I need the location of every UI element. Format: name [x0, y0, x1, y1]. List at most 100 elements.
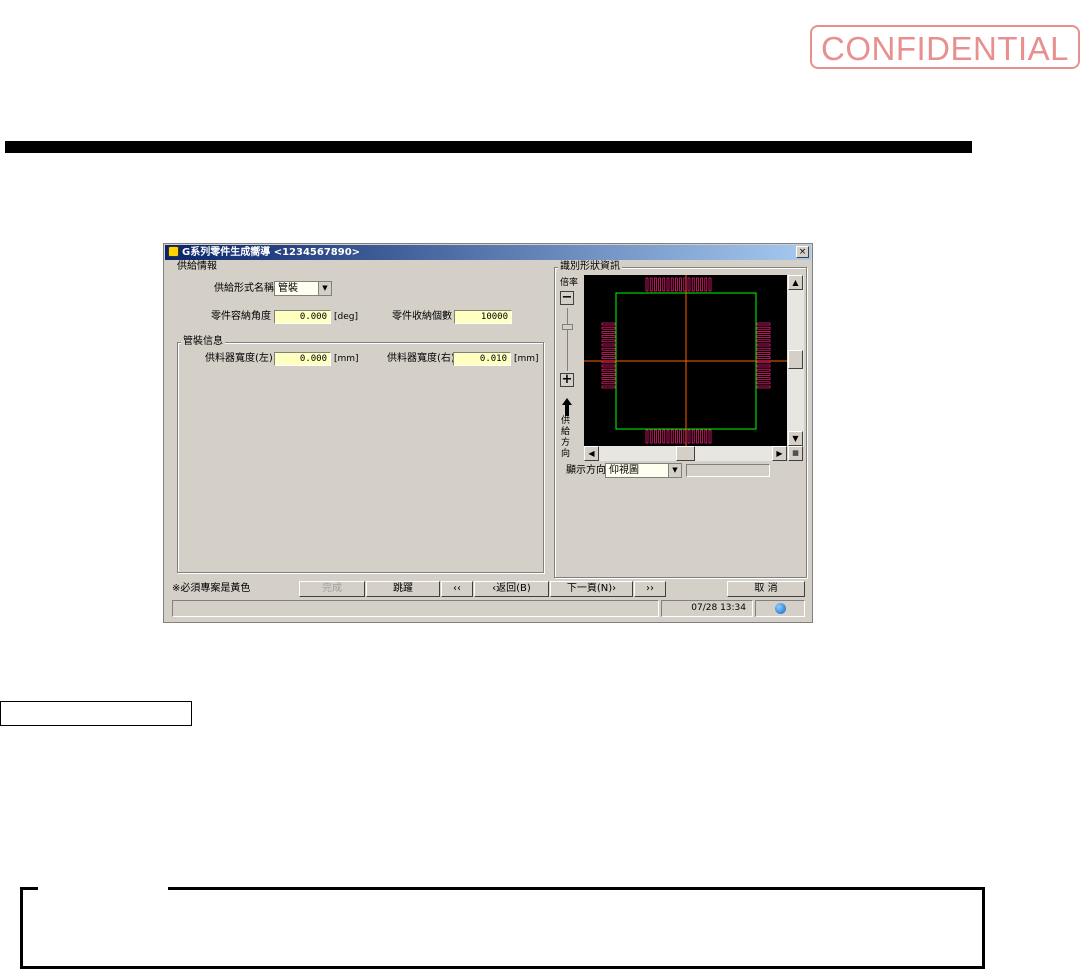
status-time: 07/28 13:34	[661, 600, 753, 617]
app-icon	[168, 246, 179, 257]
lead-top	[679, 277, 682, 292]
lead-bottom	[708, 429, 712, 444]
lead-right	[756, 373, 771, 376]
tube-group-title: 管裝信息	[181, 336, 225, 348]
scroll-right-button[interactable]: ▶	[772, 446, 787, 461]
lead-right	[756, 385, 771, 389]
lead-top	[691, 277, 695, 292]
lead-bottom	[700, 429, 703, 444]
lead-right	[756, 343, 771, 347]
lead-right	[756, 356, 771, 359]
scroll-corner-icon[interactable]: ▦	[788, 446, 803, 461]
skip-button[interactable]: 跳躍	[366, 581, 440, 597]
lead-top	[645, 277, 649, 292]
required-note: ※必須專案是黃色	[172, 583, 251, 594]
next-button[interactable]: 下一頁(N)›	[550, 581, 633, 597]
lead-right	[756, 377, 771, 380]
lead-bottom	[687, 429, 691, 444]
scroll-left-button[interactable]: ◀	[584, 446, 599, 461]
chevron-down-icon[interactable]: ▼	[318, 282, 331, 295]
lead-right	[756, 326, 771, 330]
lead-bottom	[645, 429, 649, 444]
component-preview	[584, 275, 787, 446]
shape-preview-canvas[interactable]	[584, 275, 787, 446]
status-globe[interactable]	[755, 600, 805, 617]
lead-left	[601, 331, 616, 334]
window-title: G系列零件生成嚮導 <1234567890>	[182, 247, 361, 258]
view-direction-value: 仰視圖	[609, 465, 639, 476]
part-angle-input[interactable]: 0.000	[274, 310, 331, 324]
lead-bottom	[670, 429, 674, 444]
status-message	[172, 600, 659, 617]
arrow-up-icon	[562, 398, 572, 416]
last-page-button[interactable]: ››	[634, 581, 666, 597]
lead-left	[601, 385, 616, 389]
lead-left	[601, 343, 616, 347]
lead-top	[700, 277, 703, 292]
title-bar: G系列零件生成嚮導 <1234567890> ×	[165, 245, 811, 260]
scroll-down-button[interactable]: ▼	[788, 431, 803, 446]
lead-top	[708, 277, 712, 292]
lead-bottom	[658, 429, 661, 444]
lead-left	[601, 352, 616, 355]
back-button[interactable]: ‹返回(B)	[474, 581, 549, 597]
horizontal-scrollbar[interactable]: ◀ ▶	[584, 446, 787, 461]
lead-bottom	[654, 429, 657, 444]
lead-right	[756, 331, 771, 334]
lead-bottom	[704, 429, 708, 444]
supply-group-title: 供給情報	[175, 261, 219, 273]
zoom-out-button[interactable]: −	[560, 291, 574, 305]
lead-bottom	[696, 429, 699, 444]
part-count-label: 零件收納個數	[392, 311, 452, 322]
lead-right	[756, 335, 771, 338]
lead-left	[601, 322, 616, 326]
supply-form-label: 供給形式名稱	[214, 283, 274, 294]
header-rule	[5, 141, 972, 153]
scroll-up-button[interactable]: ▲	[788, 275, 803, 290]
lead-top	[683, 277, 687, 292]
lead-left	[601, 360, 616, 364]
lead-right	[756, 347, 771, 351]
lead-left	[601, 368, 616, 372]
lead-top	[666, 277, 670, 292]
lead-right	[756, 360, 771, 364]
feeder-width-right-input[interactable]: 0.010	[453, 352, 511, 366]
lead-bottom	[691, 429, 695, 444]
lead-top	[654, 277, 657, 292]
zoom-in-button[interactable]: +	[560, 373, 574, 387]
lead-left	[601, 364, 616, 368]
view-direction-select[interactable]: 仰視圖 ▼	[605, 463, 682, 478]
close-button[interactable]: ×	[796, 246, 809, 258]
complete-button[interactable]: 完成	[299, 581, 365, 597]
cancel-button[interactable]: 取 消	[727, 581, 805, 597]
vertical-scrollbar[interactable]: ▲ ▼	[787, 275, 804, 446]
lead-left	[601, 335, 616, 338]
globe-icon	[774, 603, 786, 614]
feeder-width-right-unit: [mm]	[514, 354, 539, 364]
part-count-input[interactable]: 10000	[454, 310, 512, 324]
lead-right	[756, 352, 771, 355]
lead-left	[601, 377, 616, 380]
horizontal-scroll-thumb[interactable]	[676, 446, 695, 461]
lead-right	[756, 368, 771, 372]
supply-form-select[interactable]: 管裝 ▼	[274, 281, 332, 296]
zoom-slider-thumb[interactable]	[562, 324, 573, 330]
feeder-width-right-label: 供料器寬度(右)	[387, 353, 455, 364]
lead-bottom	[666, 429, 670, 444]
lead-left	[601, 347, 616, 351]
view-direction-label: 顯示方向	[566, 465, 606, 476]
first-page-button[interactable]: ‹‹	[441, 581, 473, 597]
zoom-label: 倍率	[560, 278, 579, 288]
lead-left	[601, 326, 616, 330]
lead-top	[687, 277, 691, 292]
feeder-width-left-input[interactable]: 0.000	[274, 352, 331, 366]
part-angle-label: 零件容納角度	[211, 311, 271, 322]
lead-top	[670, 277, 674, 292]
feeder-width-left-unit: [mm]	[334, 354, 359, 364]
zoom-slider-track[interactable]	[567, 308, 568, 371]
vertical-scroll-thumb[interactable]	[788, 350, 803, 369]
chevron-down-icon[interactable]: ▼	[668, 464, 681, 477]
lead-top	[704, 277, 708, 292]
feeder-width-left-label: 供料器寬度(左)	[205, 353, 273, 364]
view-info-box	[686, 464, 770, 477]
